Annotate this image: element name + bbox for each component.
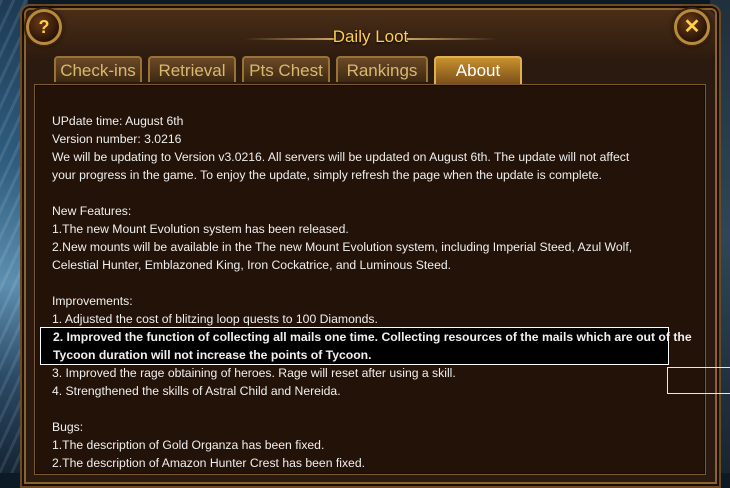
features-heading: New Features: [52, 204, 132, 218]
improvements-heading: Improvements: [52, 294, 133, 308]
outline-box [667, 367, 730, 394]
feature-2-line-1: 2.New mounts will be available in the Th… [52, 240, 633, 254]
bugs-heading: Bugs: [52, 420, 84, 434]
bug-2: 2.The description of Amazon Hunter Crest… [52, 456, 365, 470]
tab-check-ins[interactable]: Check-ins [54, 56, 142, 82]
update-notes: UPdate time: August 6th Version number: … [40, 112, 692, 472]
update-time: UPdate time: August 6th [52, 114, 184, 128]
window-title: Daily Loot [332, 27, 409, 46]
version-number: Version number: 3.0216 [52, 132, 182, 146]
intro-line-2: your progress in the game. To enjoy the … [52, 168, 602, 182]
improvement-4: 4. Strengthened the skills of Astral Chi… [52, 384, 341, 398]
tab-retrieval[interactable]: Retrieval [148, 56, 236, 82]
title-ornament-right [407, 38, 497, 40]
bug-1: 1.The description of Gold Organza has be… [52, 438, 325, 452]
about-content-panel[interactable]: UPdate time: August 6th Version number: … [34, 84, 706, 475]
close-button[interactable]: ✕ [674, 9, 710, 45]
help-button[interactable]: ? [26, 9, 62, 45]
tab-rankings[interactable]: Rankings [336, 56, 428, 82]
improvement-3: 3. Improved the rage obtaining of heroes… [52, 366, 456, 380]
improvement-1: 1. Adjusted the cost of blitzing loop qu… [52, 312, 378, 326]
improvement-2-line-1: 2. Improved the function of collecting a… [53, 330, 692, 344]
highlighted-improvement: 2. Improved the function of collecting a… [40, 327, 692, 365]
feature-2-line-2: Celestial Hunter, Emblazoned King, Iron … [52, 258, 452, 272]
improvement-2-line-2: Tycoon duration will not increase the po… [53, 348, 372, 362]
title-bar: Daily Loot [26, 10, 715, 58]
close-icon: ✕ [683, 16, 701, 38]
intro-line-1: We will be updating to Version v3.0216. … [52, 150, 630, 164]
tab-about[interactable]: About [434, 56, 522, 84]
question-icon: ? [38, 17, 50, 37]
tab-pts-chest[interactable]: Pts Chest [242, 56, 330, 82]
feature-1: 1.The new Mount Evolution system has bee… [52, 222, 349, 236]
